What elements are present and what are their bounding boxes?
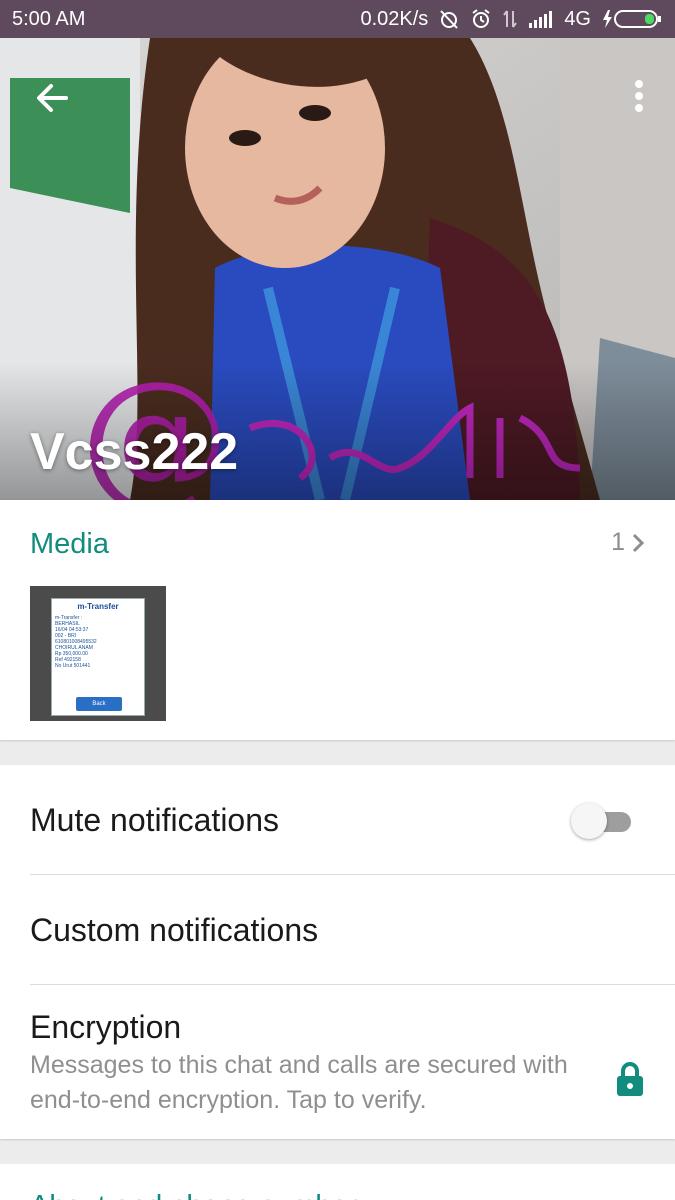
back-button[interactable] — [28, 74, 76, 122]
thumbnail-back-button: Back — [76, 697, 122, 711]
alarm-off-icon — [438, 8, 460, 30]
status-bar: 5:00 AM 0.02K/s 4G — [0, 0, 675, 38]
settings-section: Mute notifications Custom notifications … — [0, 765, 675, 1139]
thumbnail-dialog-body: m-Transfer : BERHASIL 16/04 04:53:37 002… — [55, 615, 97, 669]
mute-notifications-label: Mute notifications — [30, 802, 280, 838]
status-time: 5:00 AM — [12, 7, 86, 30]
lock-icon — [617, 1062, 643, 1096]
toggle-knob — [571, 803, 607, 839]
alarm-clock-icon — [470, 8, 492, 30]
custom-notifications-row[interactable]: Custom notifications — [0, 875, 675, 985]
arrow-left-icon — [37, 84, 68, 112]
encryption-label: Encryption — [30, 1009, 182, 1045]
thumbnail-dialog-title: m-Transfer — [77, 602, 119, 611]
chevron-right-icon — [632, 533, 645, 552]
media-count-link[interactable]: 1 — [611, 528, 645, 557]
media-count: 1 — [611, 528, 625, 556]
overflow-menu-button[interactable] — [625, 72, 653, 120]
data-transfer-icon — [502, 8, 518, 30]
contact-info-screen: 5:00 AM 0.02K/s 4G Vcss222 Media 1 m-Tra… — [0, 0, 675, 1200]
status-icons: 0.02K/s 4G — [360, 8, 663, 31]
media-section: Media 1 m-Transfer m-Transfer : BERHASIL… — [0, 500, 675, 740]
network-speed: 0.02K/s — [360, 7, 429, 30]
signal-icon — [528, 9, 554, 29]
media-thumbnail[interactable]: m-Transfer m-Transfer : BERHASIL 16/04 0… — [30, 586, 166, 721]
network-type: 4G — [564, 7, 591, 30]
contact-name: Vcss222 — [30, 423, 239, 481]
about-title: About and phone number — [30, 1190, 357, 1200]
thumbnail-dialog: m-Transfer m-Transfer : BERHASIL 16/04 0… — [51, 598, 145, 716]
media-title: Media — [30, 528, 109, 560]
more-vert-icon — [635, 80, 643, 112]
battery-charging-icon — [601, 8, 663, 30]
encryption-description: Messages to this chat and calls are secu… — [30, 1051, 568, 1114]
mute-toggle[interactable] — [571, 803, 631, 839]
custom-notifications-label: Custom notifications — [30, 912, 319, 948]
mute-notifications-row[interactable]: Mute notifications — [0, 765, 675, 875]
about-section[interactable]: About and phone number — [0, 1164, 675, 1200]
profile-header: @ Vcss222 — [0, 38, 675, 500]
encryption-row[interactable]: Encryption Messages to this chat and cal… — [0, 985, 675, 1139]
